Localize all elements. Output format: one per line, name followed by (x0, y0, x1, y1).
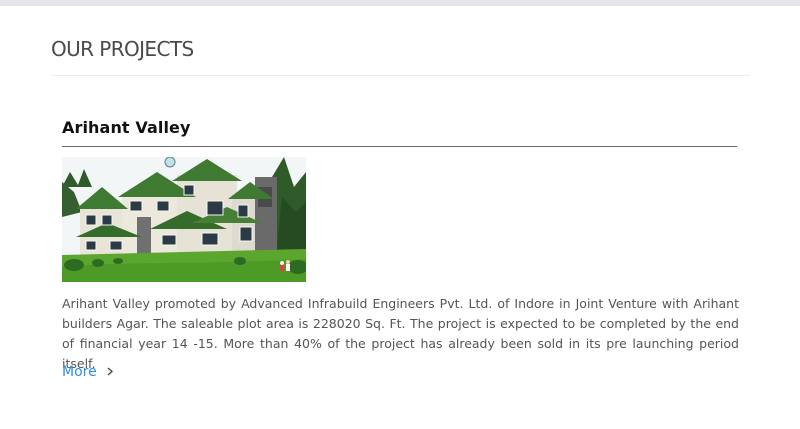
top-bar (0, 0, 800, 6)
chevron-right-icon (107, 362, 114, 382)
section-divider (51, 75, 750, 76)
project-title: Arihant Valley (62, 118, 191, 137)
section-title: OUR PROJECTS (51, 37, 194, 61)
more-link[interactable]: More (62, 362, 114, 382)
project-divider (62, 146, 737, 147)
more-label: More (62, 364, 97, 380)
project-image (62, 157, 306, 282)
project-description: Arihant Valley promoted by Advanced Infr… (62, 296, 739, 371)
